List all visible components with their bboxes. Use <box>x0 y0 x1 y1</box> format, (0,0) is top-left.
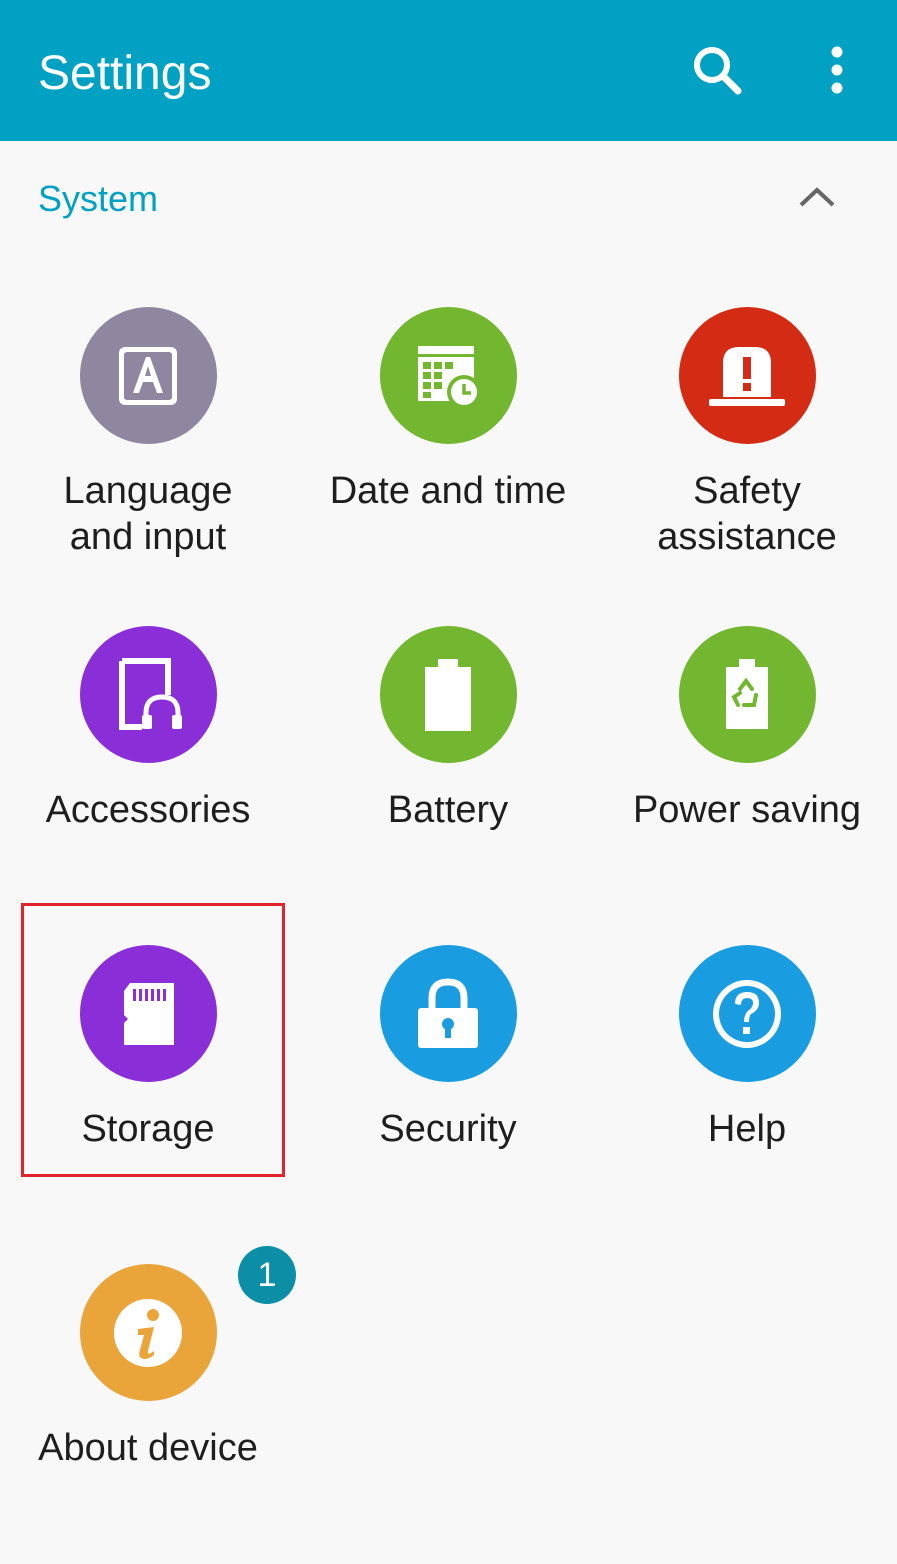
search-button[interactable] <box>677 30 757 110</box>
setting-language-and-input[interactable]: Language and input <box>8 307 288 607</box>
setting-date-and-time[interactable]: Date and time <box>308 307 588 607</box>
power-saving-icon <box>678 626 816 763</box>
setting-label: Accessories <box>45 789 251 831</box>
setting-power-saving[interactable]: Power saving <box>607 626 887 926</box>
setting-battery[interactable]: Battery <box>308 626 588 926</box>
chevron-up-icon <box>799 187 835 207</box>
section-header-system[interactable]: System <box>0 141 897 256</box>
setting-label: Safety assistance <box>657 470 837 558</box>
setting-label: Battery <box>387 789 509 831</box>
notification-badge: 1 <box>238 1246 296 1304</box>
setting-label: Security <box>379 1108 517 1150</box>
alert-beacon-icon <box>678 307 816 444</box>
collapse-section-button[interactable] <box>786 167 848 227</box>
setting-label: About device <box>38 1427 258 1469</box>
setting-label: Help <box>707 1108 787 1150</box>
setting-security[interactable]: Security <box>308 945 588 1245</box>
setting-accessories[interactable]: Accessories <box>8 626 288 926</box>
section-title: System <box>38 178 159 219</box>
calendar-clock-icon <box>379 307 517 444</box>
setting-safety-assistance[interactable]: Safety assistance <box>607 307 887 607</box>
page-title: Settings <box>38 47 212 100</box>
help-icon <box>678 945 816 1082</box>
setting-label: Language and input <box>63 470 233 558</box>
setting-help[interactable]: Help <box>607 945 887 1245</box>
lock-icon <box>379 945 517 1082</box>
setting-about-device[interactable]: About device <box>8 1264 288 1564</box>
battery-icon <box>379 626 517 763</box>
setting-label: Power saving <box>632 789 862 831</box>
setting-label: Date and time <box>329 470 567 512</box>
more-vertical-icon <box>831 46 843 94</box>
search-icon <box>694 47 742 95</box>
highlight-box <box>21 903 285 1177</box>
more-options-button[interactable] <box>797 30 877 110</box>
info-icon <box>79 1264 217 1401</box>
accessories-icon <box>79 626 217 763</box>
app-bar: Settings <box>0 0 897 141</box>
language-icon <box>79 307 217 444</box>
